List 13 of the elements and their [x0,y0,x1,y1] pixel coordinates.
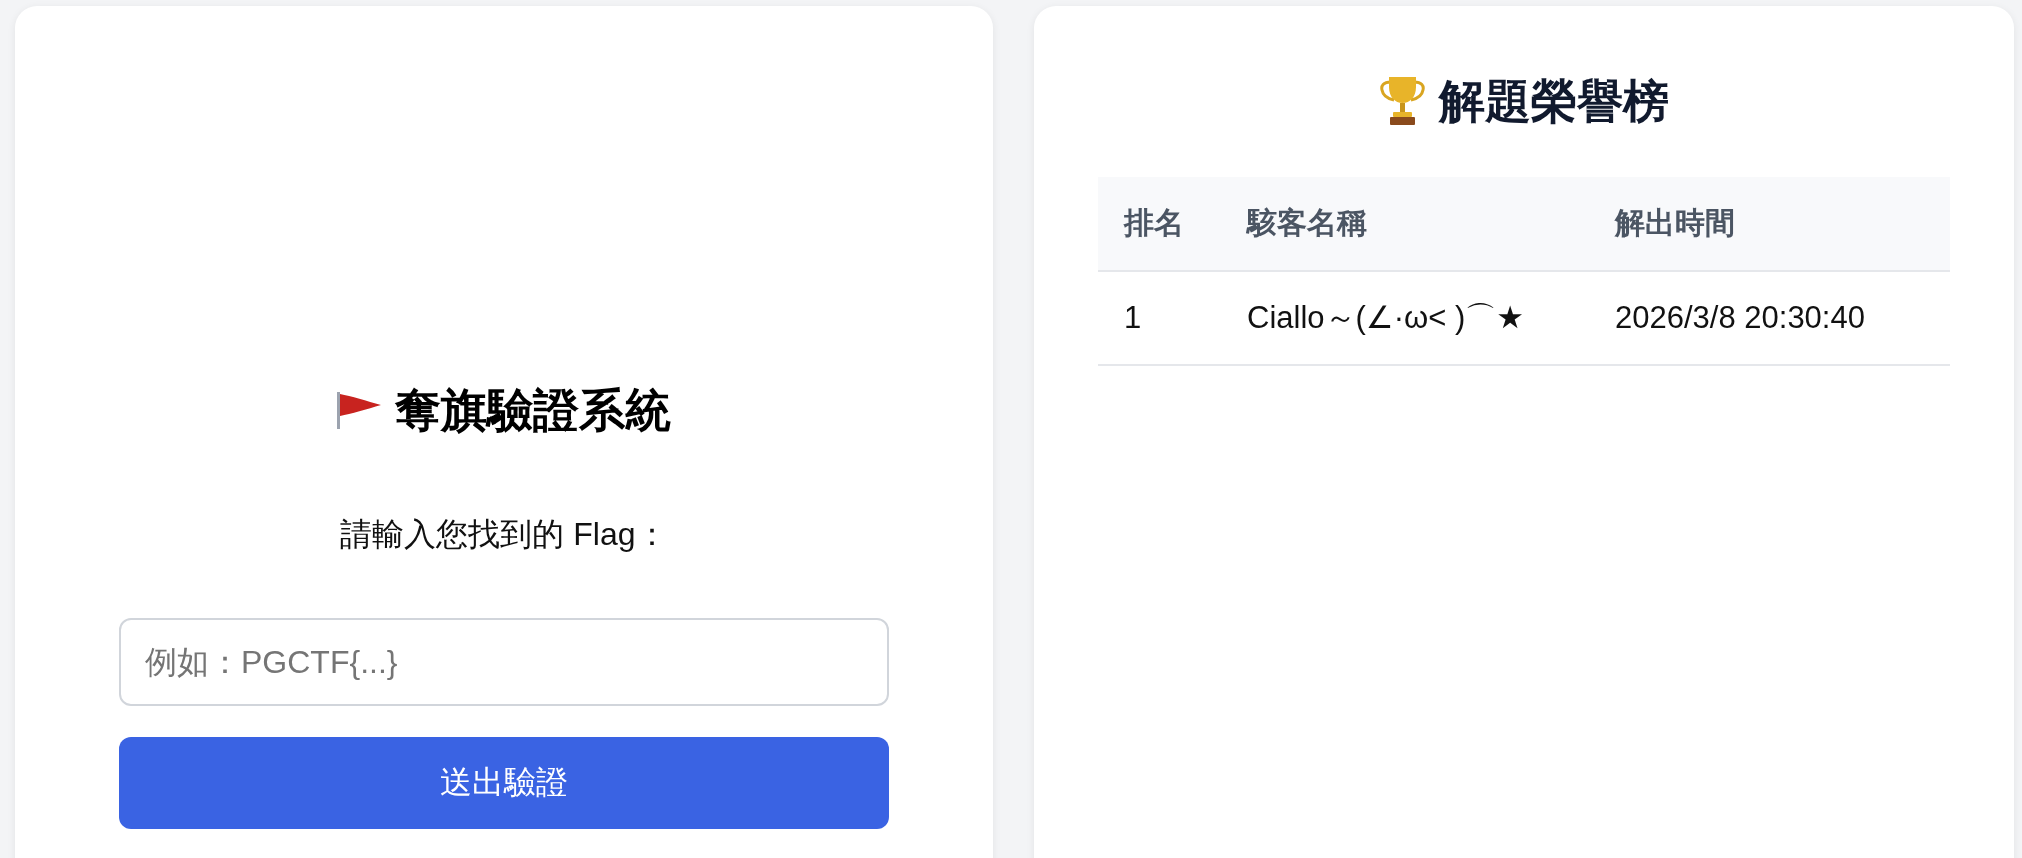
prompt-text: 請輸入您找到的 Flag： [340,515,668,554]
table-cell: 1 [1098,271,1221,365]
column-header: 駭客名稱 [1221,177,1589,271]
submit-button[interactable]: 送出驗證 [119,737,889,829]
flag-input[interactable]: 例如：PGCTF{...} [119,618,889,706]
panel-title: 奪旗驗證系統 [395,383,671,438]
table-cell: 2026/3/8 20:30:40 [1589,271,1950,365]
column-header: 排名 [1098,177,1221,271]
column-header: 解出時間 [1589,177,1950,271]
trophy-icon [1379,77,1425,125]
flag-icon [337,391,381,429]
leaderboard-title: 解題榮譽榜 [1438,74,1669,129]
table-cell: Ciallo～(∠·ω< )⌒★ [1221,271,1589,365]
